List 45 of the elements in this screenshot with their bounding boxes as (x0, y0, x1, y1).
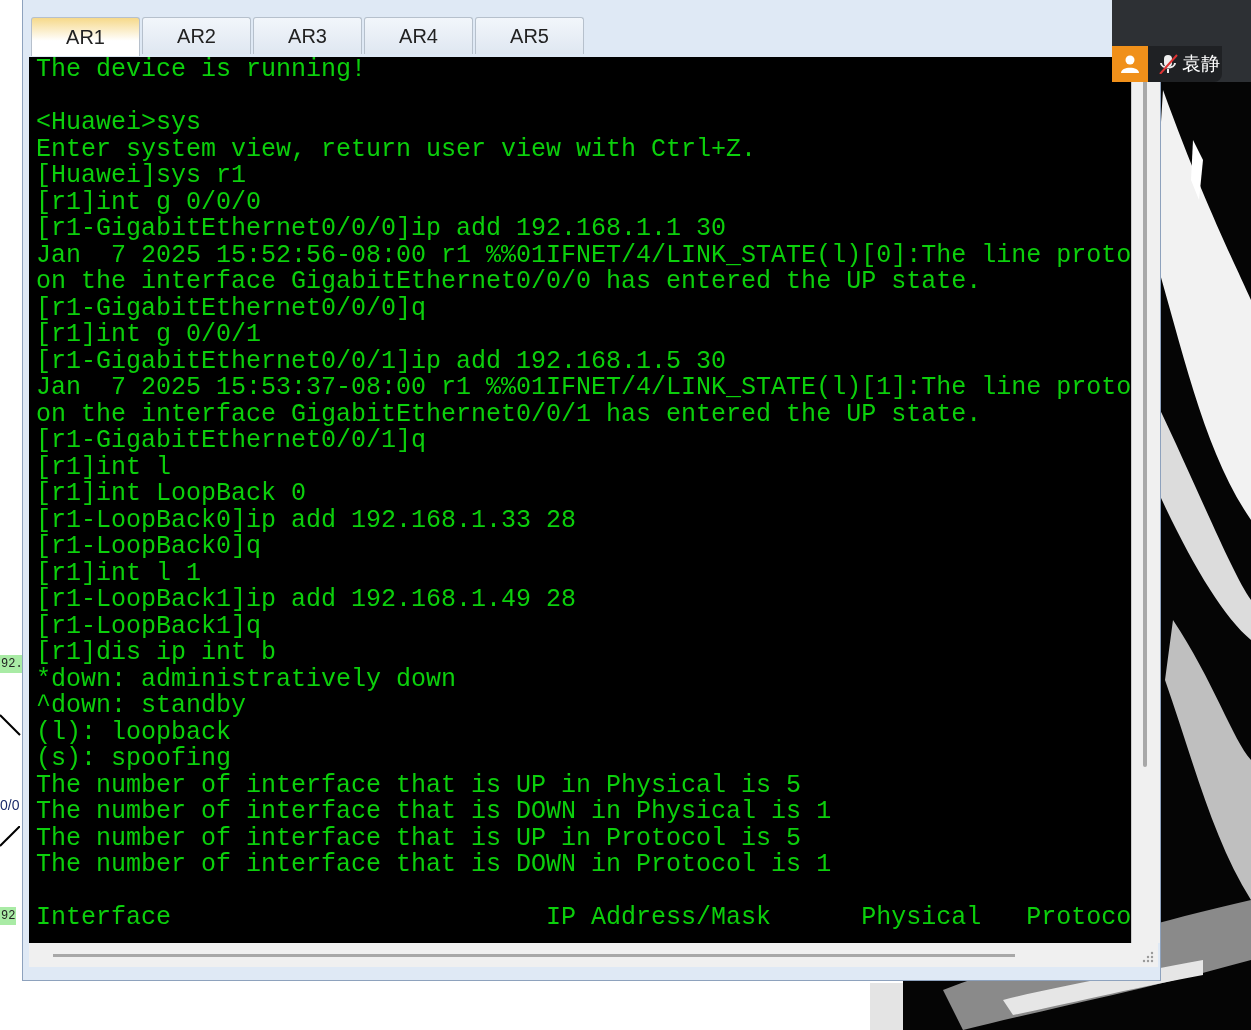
scroll-thumb[interactable] (53, 954, 1015, 957)
avatar-icon (1112, 46, 1148, 82)
tab[interactable]: AR1 (31, 17, 140, 56)
console-line: [r1-GigabitEthernet0/0/0]ip add 192.168.1.1 30 (36, 216, 727, 243)
console-line: (s): spoofing (36, 746, 232, 773)
console-line: [Huawei]sys r1 (36, 163, 247, 190)
console-line: [r1-LoopBack1]ip add 192.168.1.49 28 (36, 587, 577, 614)
console-line: on the interface GigabitEthernet0/0/1 has entered the UP state. (36, 401, 982, 428)
console-line: [r1-LoopBack0]q (36, 534, 262, 561)
console-line: [r1-GigabitEthernet0/0/1]q (36, 428, 427, 455)
console-line: Interface IP Address/Mask Physical Protoco (36, 905, 1131, 932)
tab[interactable]: AR4 (364, 17, 473, 54)
user-name: 袁静 (1182, 51, 1220, 76)
console-line: [r1-LoopBack1]q (36, 613, 262, 640)
console-line: [r1]int LoopBack 0 (36, 481, 307, 508)
horizontal-scrollbar[interactable] (29, 943, 1158, 967)
console-line: The device is running! (36, 57, 367, 84)
console-line: [r1-GigabitEthernet0/0/0]q (36, 295, 427, 322)
console-line: [r1-GigabitEthernet0/0/1]ip add 192.168.1.5 30 (36, 348, 727, 375)
tab[interactable]: AR5 (475, 17, 584, 54)
console-line: Enter system view, return user view with Ctrl+Z. (36, 136, 757, 163)
console-line: (l): loopback (36, 719, 232, 746)
link-line (0, 713, 20, 737)
console-line: The number of interface that is UP in Protocol is 5 (36, 825, 802, 852)
console-line: [r1-LoopBack0]ip add 192.168.1.33 28 (36, 507, 577, 534)
tab[interactable]: AR3 (253, 17, 362, 54)
console-line: The number of interface that is UP in Physical is 5 (36, 772, 802, 799)
address-label: 92. (0, 655, 24, 673)
console-line: Jan 7 2025 15:53:37-08:00 r1 %%01IFNET/4/LINK_STATE(l)[1]:The line proto (36, 375, 1131, 402)
console-line: <Huawei>sys (36, 110, 202, 137)
console-line: [r1]dis ip int b (36, 640, 277, 667)
tab[interactable]: AR2 (142, 17, 251, 54)
console-line: [r1]int g 0/0/0 (36, 189, 262, 216)
console-line: [r1]int g 0/0/1 (36, 322, 262, 349)
panel-edge (870, 983, 903, 1030)
console-line: *down: administratively down (36, 666, 457, 693)
console-line: on the interface GigabitEthernet0/0/0 has entered the UP state. (36, 269, 982, 296)
console-line: [r1]int l (36, 454, 172, 481)
console-line: The number of interface that is DOWN in Physical is 1 (36, 799, 832, 826)
address-label: 92 (0, 907, 17, 925)
console-line: The number of interface that is DOWN in Protocol is 1 (36, 852, 832, 879)
port-label: 0/0 (0, 797, 20, 813)
console-line: Jan 7 2025 15:52:56-08:00 r1 %%01IFNET/4/LINK_STATE(l)[0]:The line proto (36, 242, 1131, 269)
console-line: ^down: standby (36, 693, 247, 720)
console-line: [r1]int l 1 (36, 560, 202, 587)
